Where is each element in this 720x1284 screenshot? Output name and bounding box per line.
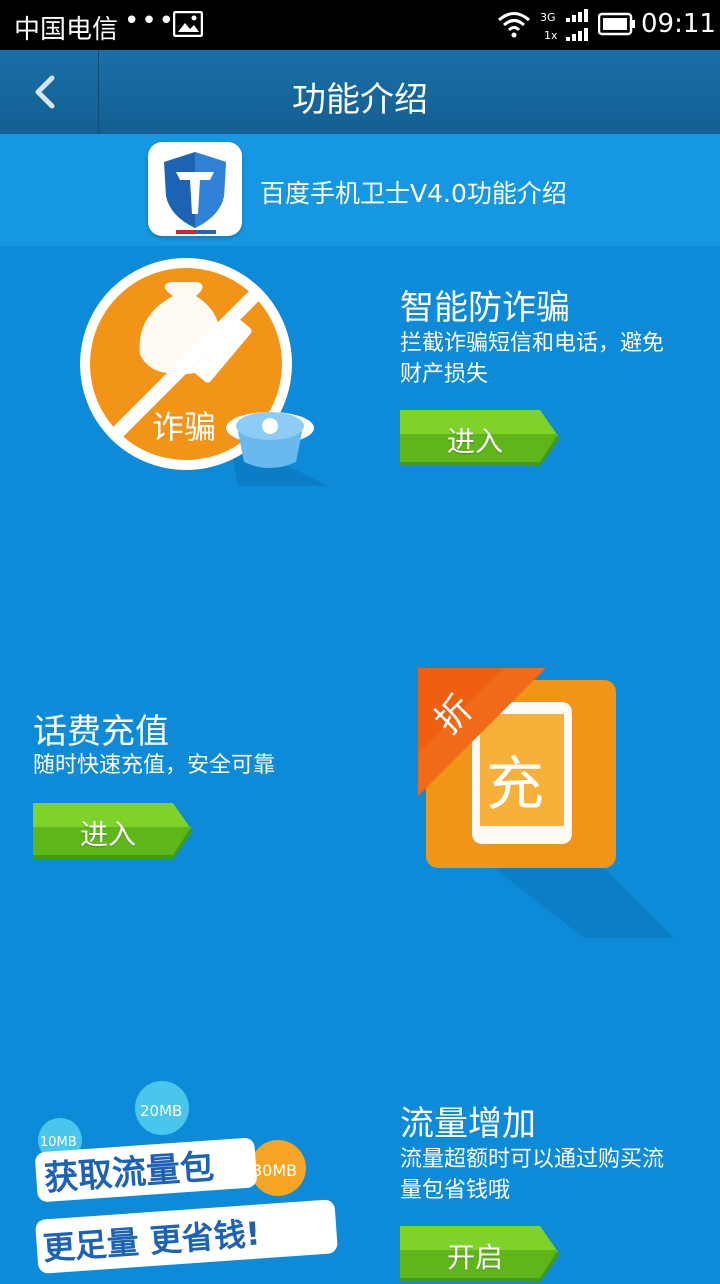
battery-icon <box>597 12 636 43</box>
data-traffic-title: 流量增加 <box>400 1104 536 1144</box>
recharge-title: 话费充值 <box>33 712 169 752</box>
notification-dots: ••• <box>124 6 177 36</box>
status-bar: 中国电信 ••• 3G 1x 09:11 <box>0 0 720 50</box>
data-traffic-open-button[interactable]: 开启 <box>400 1226 560 1282</box>
data-traffic-desc-line1: 流量超额时可以通过购买流 <box>400 1147 665 1172</box>
data-traffic-open-label: 开启 <box>446 1241 503 1274</box>
data-package-illustration: 10MB 20MB 30MB 获取流量包 更足量 更省钱! <box>30 1080 350 1284</box>
recharge-art-label: 充 <box>486 750 544 818</box>
app-logo <box>148 142 242 236</box>
recharge-description: 随时快速充值，安全可靠 <box>33 750 275 781</box>
anti-fraud-enter-button[interactable]: 进入 <box>400 410 560 466</box>
navigation-bar: 功能介绍 <box>0 50 720 134</box>
recharge-desc-line1: 随时快速充值，安全可靠 <box>33 753 276 778</box>
data-traffic-desc-line2: 量包省钱哦 <box>400 1178 511 1203</box>
wifi-icon <box>497 10 531 45</box>
recharge-enter-label: 进入 <box>79 818 136 851</box>
image-notification-icon <box>172 10 204 44</box>
recharge-illustration: 充 折 <box>414 668 674 942</box>
shield-icon <box>164 152 226 228</box>
badge-20mb: 20MB <box>140 1102 182 1120</box>
recharge-enter-button[interactable]: 进入 <box>33 803 193 859</box>
network-type-top: 3G <box>540 11 556 24</box>
signal-icon: 3G 1x <box>540 8 592 49</box>
clock: 09:11 <box>641 9 716 39</box>
anti-fraud-enter-label: 进入 <box>446 425 503 458</box>
anti-fraud-title: 智能防诈骗 <box>400 288 570 328</box>
carrier-name: 中国电信 <box>14 15 119 45</box>
anti-fraud-description: 拦截诈骗短信和电话，避免 财产损失 <box>400 328 664 390</box>
anti-fraud-desc-line2: 财产损失 <box>400 362 489 387</box>
header-title: 百度手机卫士V4.0功能介绍 <box>260 179 567 208</box>
badge-30mb: 30MB <box>252 1161 297 1180</box>
header-banner: 百度手机卫士V4.0功能介绍 <box>0 134 720 246</box>
badge-10mb: 10MB <box>40 1135 77 1150</box>
anti-fraud-desc-line1: 拦截诈骗短信和电话，避免 <box>400 331 665 356</box>
anti-fraud-art-label: 诈骗 <box>152 408 216 446</box>
anti-fraud-illustration: 诈骗 <box>78 256 328 490</box>
data-traffic-description: 流量超额时可以通过购买流 量包省钱哦 <box>400 1144 664 1206</box>
network-type-bottom: 1x <box>544 29 558 42</box>
page-title: 功能介绍 <box>292 80 428 120</box>
